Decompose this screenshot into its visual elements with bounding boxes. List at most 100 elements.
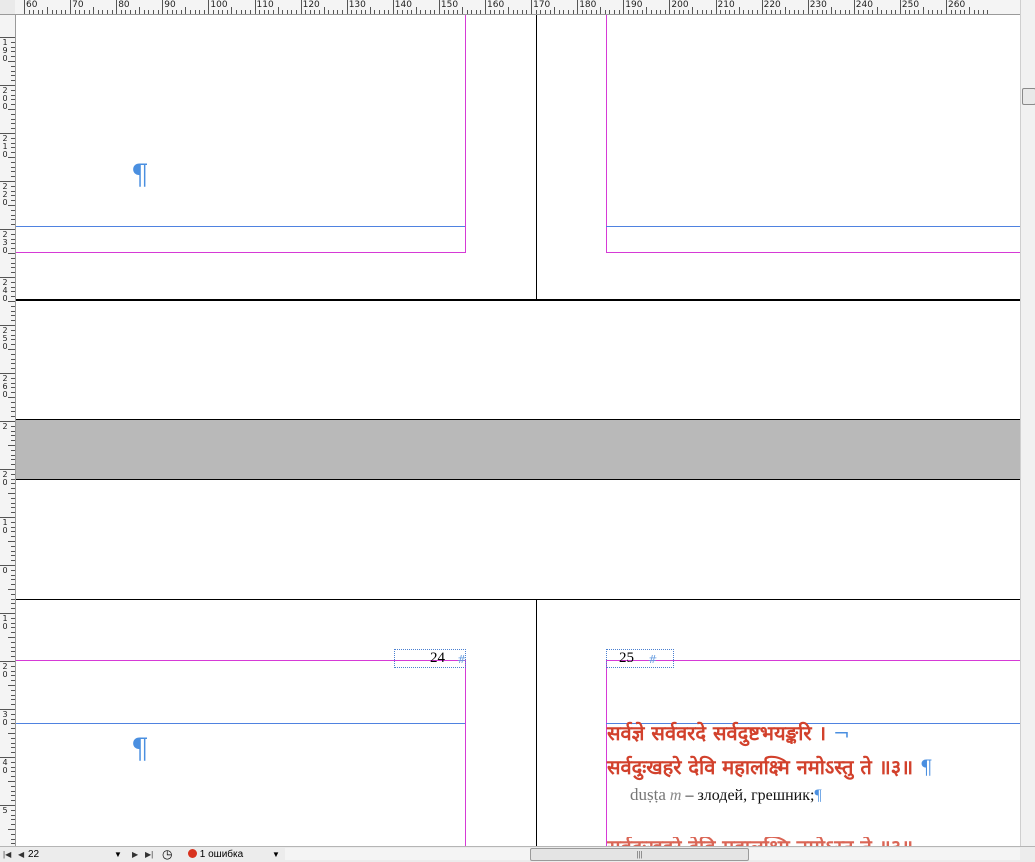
ruler-label: 160 [487,0,505,10]
ruler-minor-tick [272,10,274,14]
ruler-minor-tick [402,10,404,14]
ruler-minor-tick [11,185,15,187]
ruler-minor-tick [65,10,67,14]
page-top-edge [16,479,1020,480]
ruler-minor-tick [803,10,805,14]
ruler-minor-tick [185,7,187,14]
preflight-icon[interactable]: ◷ [162,848,172,861]
page-bottom-edge [16,299,1020,301]
ruler-label: 230 [2,230,8,255]
ruler-minor-tick [641,10,643,14]
ruler-minor-tick [540,10,542,14]
ruler-minor-tick [11,569,15,571]
chevron-down-icon[interactable]: ▼ [114,848,122,861]
ruler-minor-tick [867,10,869,14]
margin-guide-bottom [16,252,466,253]
gloss-line[interactable]: duṣṭa m – злодей, грешник;¶ [630,785,822,805]
ruler-minor-tick [650,10,652,14]
ruler-minor-tick [11,497,15,499]
ruler-minor-tick [918,10,920,14]
previous-page-button[interactable]: ◀ [18,848,24,861]
ruler-minor-tick [872,10,874,14]
ruler-minor-tick [793,10,795,14]
ruler-minor-tick [664,10,666,14]
preflight-status[interactable]: 1 ошибка [188,848,243,861]
ruler-minor-tick [130,10,132,14]
ruler-label: 210 [2,134,8,159]
ruler-label: 40 [2,758,8,775]
ruler-minor-tick [498,10,500,14]
page-number-frame-25[interactable] [606,649,674,668]
ruler-minor-tick [11,574,15,576]
horizontal-scrollbar[interactable]: ||| [285,848,1020,861]
ruler-minor-tick [11,502,15,504]
ruler-minor-tick [88,10,90,14]
vertical-ruler[interactable]: 190 200 210 220 230 240 250 260 2 20 10 0 10 20 30 40 5 [0,15,16,846]
horizontal-scroll-thumb[interactable]: ||| [530,848,749,861]
ruler-minor-tick [11,800,15,802]
ruler-minor-tick [11,281,15,283]
ruler-minor-tick [724,10,726,14]
ruler-minor-tick [11,761,15,763]
ruler-minor-tick [969,7,971,14]
ruler-major-tick [208,0,210,14]
last-page-button[interactable]: ▶| [145,848,153,861]
ruler-minor-tick [489,10,491,14]
ruler-minor-tick [618,10,620,14]
ruler-major-tick [899,0,901,14]
ruler-minor-tick [11,195,15,197]
ruler-minor-tick [692,7,694,14]
ruler-label: 90 [164,0,176,10]
ruler-minor-tick [93,7,95,14]
ruler-minor-tick [706,10,708,14]
ruler-minor-tick [770,10,772,14]
ruler-minor-tick [11,291,15,293]
ruler-minor-tick [323,7,325,14]
vertical-scroll-thumb[interactable] [1022,88,1035,105]
ruler-minor-tick [591,10,593,14]
page-number-field[interactable]: 22 ▼ [28,848,125,861]
ruler-minor-tick [11,344,15,346]
ruler-minor-tick [535,10,537,14]
ruler-minor-tick [11,310,15,312]
ruler-minor-tick [11,531,15,533]
end-of-story-marker: # [457,653,467,666]
ruler-minor-tick [11,377,15,379]
ruler-minor-tick [775,10,777,14]
ruler-major-tick [254,0,256,14]
ruler-label: 260 [2,374,8,399]
ruler-minor-tick [157,10,159,14]
chevron-down-icon[interactable]: ▼ [272,848,280,861]
first-page-button[interactable]: |◀ [3,848,11,861]
ruler-major-tick [162,0,164,14]
page-number-24: 24 [430,650,445,666]
horizontal-ruler[interactable]: 60 70 80 90 100 110 120 130 140 150 160 170 180 190 20… [15,0,1020,15]
ruler-minor-tick [11,248,15,250]
ruler-minor-tick [8,445,15,446]
ruler-minor-tick [11,718,15,720]
ruler-minor-tick [383,10,385,14]
ruler-minor-tick [139,7,141,14]
ruler-minor-tick [11,166,15,168]
sanskrit-verse-line-2[interactable]: सर्वदुःखहरे देवि महालक्ष्मि नमोऽस्तु ते … [607,753,933,780]
ruler-minor-tick [47,7,49,14]
ruler-corner[interactable] [0,0,16,15]
ruler-minor-tick [886,10,888,14]
ruler-minor-tick [982,10,984,14]
ruler-minor-tick [268,10,270,14]
next-page-button[interactable]: ▶ [132,848,138,861]
ruler-major-tick [531,0,533,14]
sanskrit-verse-line-1[interactable]: सर्वज्ञे सर्ववरदे सर्वदुष्टभयङ्करि । ¬ [607,719,850,746]
ruler-minor-tick [752,10,754,14]
document-canvas[interactable]: ¶ 24 # 25 # ¶ सर्वज्ञे सर्ववरदे सर्वदुष्… [16,15,1020,846]
ruler-minor-tick [11,416,15,418]
ruler-minor-tick [406,10,408,14]
ruler-minor-tick [79,10,81,14]
vertical-scrollbar[interactable] [1020,0,1035,846]
ruler-minor-tick [11,641,15,643]
ruler-minor-tick [11,89,15,91]
ruler-minor-tick [11,171,15,173]
ruler-label: 250 [901,0,920,10]
ruler-minor-tick [494,10,496,14]
ruler-label: 180 [579,0,597,10]
